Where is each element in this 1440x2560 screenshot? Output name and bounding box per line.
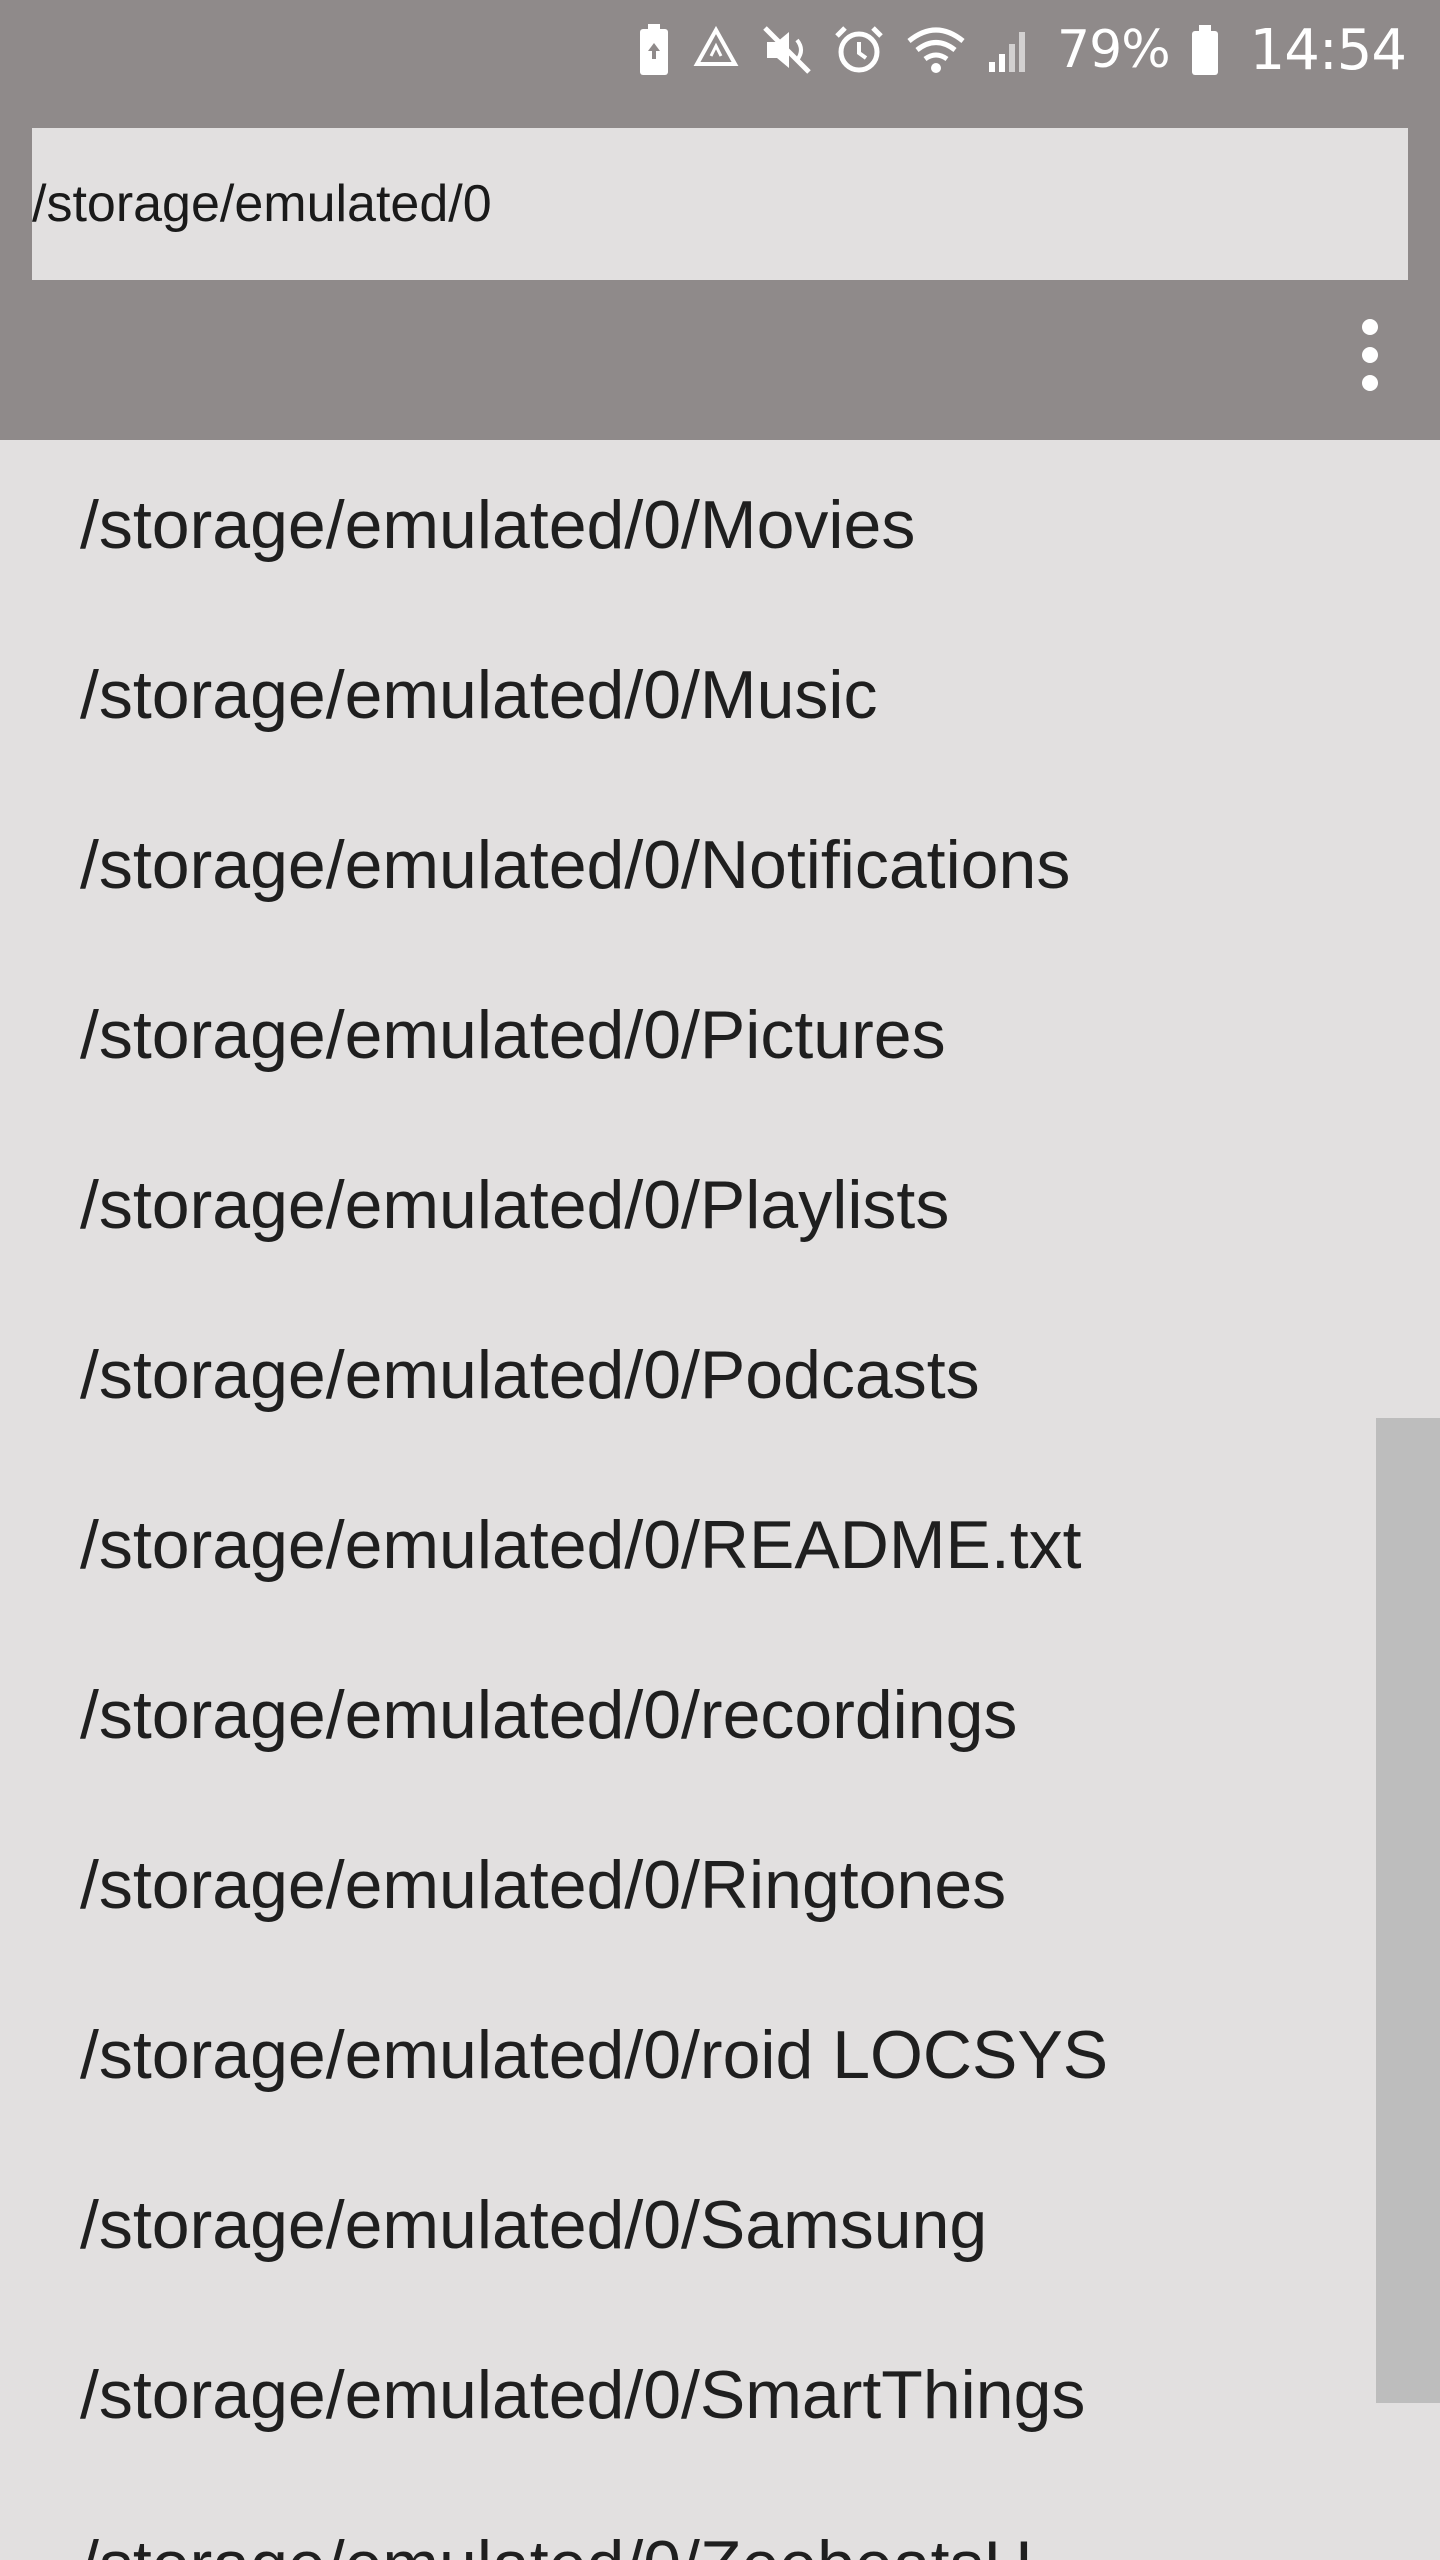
more-vert-icon [1362,319,1378,335]
battery-percentage: 79% [1057,20,1171,80]
recycle-icon [693,26,739,66]
file-list-item[interactable]: /storage/emulated/0/roid LOCSYS [0,1970,1440,2140]
status-bar: 79% 14:54 [0,0,1440,100]
file-path: /storage/emulated/0/ZeebeatsH [80,2526,1033,2560]
file-list-item[interactable]: /storage/emulated/0/Ringtones [0,1800,1440,1970]
more-vert-icon-dot [1362,347,1378,363]
status-clock: 14:54 [1249,17,1407,83]
file-list[interactable]: /storage/emulated/0/Movies /storage/emul… [0,440,1440,2560]
file-path: /storage/emulated/0/Samsung [80,2187,988,2263]
file-list-item[interactable]: /storage/emulated/0/Playlists [0,1120,1440,1290]
file-list-item[interactable]: /storage/emulated/0/recordings [0,1630,1440,1800]
signal-icon [989,32,1026,72]
file-path: /storage/emulated/0/SmartThings [80,2357,1086,2433]
file-list-item[interactable]: /storage/emulated/0/ZeebeatsH [0,2480,1440,2560]
file-path: /storage/emulated/0/Ringtones [80,1847,1007,1923]
file-list-item[interactable]: /storage/emulated/0/README.txt [0,1460,1440,1630]
file-list-item[interactable]: /storage/emulated/0/Music [0,610,1440,780]
file-path: /storage/emulated/0/Movies [80,487,916,563]
file-list-item[interactable]: /storage/emulated/0/Movies [0,440,1440,610]
file-list-item[interactable]: /storage/emulated/0/Pictures [0,950,1440,1120]
file-path: /storage/emulated/0/roid LOCSYS [80,2017,1109,2093]
file-path: /storage/emulated/0/Pictures [80,997,946,1073]
file-path: /storage/emulated/0/Podcasts [80,1337,980,1413]
file-path: /storage/emulated/0/Playlists [80,1167,950,1243]
file-path: /storage/emulated/0/Music [80,657,878,733]
more-vert-icon-dot [1362,375,1378,391]
mute-icon [763,26,811,74]
path-input-value: /storage/emulated/0 [32,175,492,233]
file-path: /storage/emulated/0/README.txt [80,1507,1082,1583]
battery-icon [1191,25,1218,75]
more-options-button[interactable] [1340,310,1400,400]
file-list-item[interactable]: /storage/emulated/0/Podcasts [0,1290,1440,1460]
file-list-item[interactable]: /storage/emulated/0/Notifications [0,780,1440,950]
battery-saver-icon [640,24,669,75]
wifi-icon [907,27,965,73]
path-input[interactable]: /storage/emulated/0 [32,128,1408,280]
scrollbar-thumb[interactable] [1376,1418,1440,2403]
file-list-item[interactable]: /storage/emulated/0/SmartThings [0,2310,1440,2480]
app-bar: /storage/emulated/0 [0,100,1440,440]
file-path: /storage/emulated/0/recordings [80,1677,1018,1753]
file-path: /storage/emulated/0/Notifications [80,827,1071,903]
alarm-icon [835,26,883,73]
file-list-item[interactable]: /storage/emulated/0/Samsung [0,2140,1440,2310]
